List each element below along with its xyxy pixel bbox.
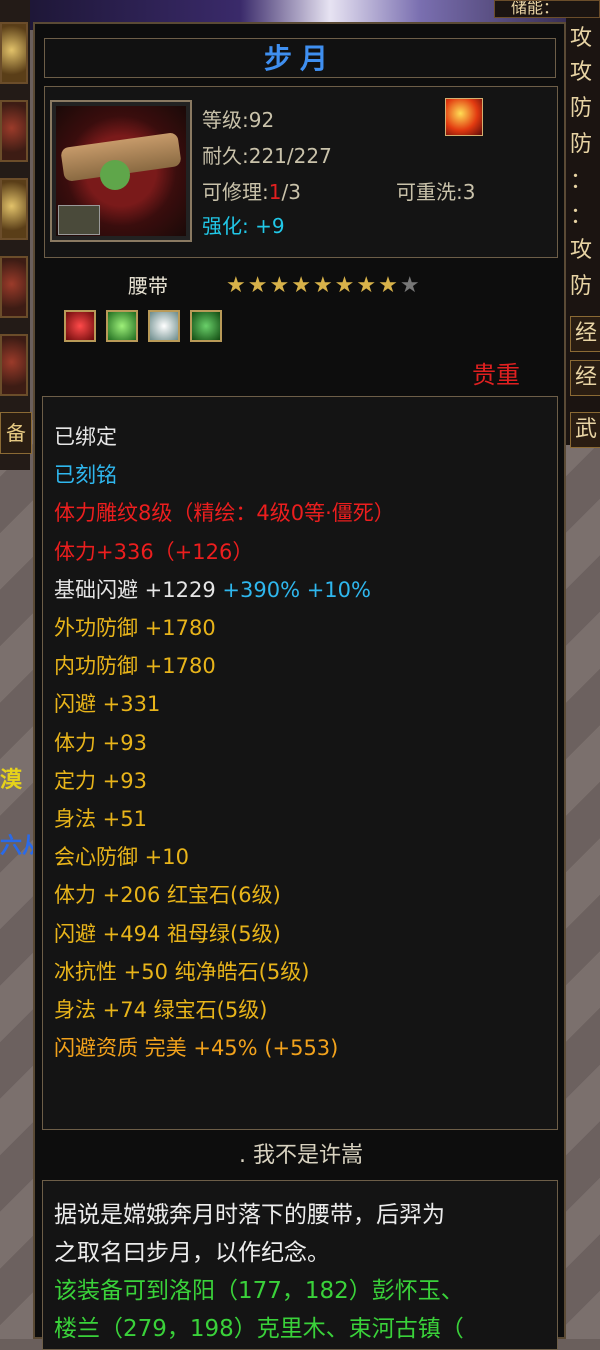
attribute-text: 身法 +51 bbox=[54, 807, 147, 832]
attribute-text: 体力 +206 红宝石(6级) bbox=[54, 883, 281, 908]
bound-badge-icon bbox=[58, 205, 100, 235]
description-line: 之取名曰步月，以作纪念。 bbox=[54, 1240, 330, 1266]
attribute-text: 闪避 +494 祖母绿(5级) bbox=[54, 921, 281, 946]
location-line: 该装备可到洛阳（177，182）彭怀玉、 bbox=[54, 1278, 464, 1304]
right-col-label: 防 bbox=[570, 274, 593, 299]
attribute-text: 身法 +74 绿宝石(5级) bbox=[54, 998, 268, 1023]
attribute-line: 体力雕纹8级（精绘：4级0等·僵死） bbox=[54, 494, 554, 532]
right-col-label: 攻 bbox=[570, 60, 593, 85]
attribute-text: 外功防御 +1780 bbox=[54, 616, 216, 641]
location-line: 楼兰（279，198）克里木、束河古镇（ bbox=[54, 1316, 464, 1342]
attribute-text: 定力 +93 bbox=[54, 768, 147, 793]
star-empty-icon: ★ bbox=[399, 273, 422, 298]
belt-knot-shape bbox=[100, 160, 130, 190]
attribute-line: 体力 +93 bbox=[54, 724, 554, 762]
right-col-label: 攻 bbox=[570, 238, 593, 263]
shield-slot-icon[interactable] bbox=[0, 22, 28, 84]
attribute-text: 基础闪避 +1229 bbox=[54, 577, 216, 602]
amulet2-slot-icon[interactable] bbox=[0, 334, 28, 396]
item-enhance: 强化: +9 bbox=[202, 210, 285, 239]
attribute-line: 会心防御 +10 bbox=[54, 838, 554, 876]
enhance-label: 强化: bbox=[202, 214, 249, 238]
red-gem-icon[interactable] bbox=[64, 310, 96, 342]
white-gem-icon[interactable] bbox=[148, 310, 180, 342]
right-col-label: 防 bbox=[570, 132, 593, 157]
attribute-line: 定力 +93 bbox=[54, 762, 554, 800]
description-text: 据说是嫦娥奔月时落下的腰带，后羿为 之取名曰步月，以作纪念。 该装备可到洛阳（1… bbox=[54, 1196, 550, 1348]
right-col-label: ： bbox=[570, 169, 593, 194]
star-rating: ★★★★★★★★★ bbox=[226, 275, 422, 297]
attribute-line: 冰抗性 +50 纯净皓石(5级) bbox=[54, 953, 554, 991]
attribute-text: 闪避资质 完美 +45% (+553) bbox=[54, 1036, 339, 1061]
ring-slot-icon[interactable] bbox=[0, 178, 28, 240]
attribute-text: 体力+336（+126） bbox=[54, 539, 254, 564]
repair-used: 1 bbox=[268, 180, 282, 204]
attribute-text: 已绑定 bbox=[54, 425, 117, 449]
right-col-label: 防 bbox=[570, 96, 593, 121]
star-filled-icon: ★ bbox=[378, 273, 400, 298]
star-filled-icon: ★ bbox=[334, 273, 357, 298]
attribute-text: 会心防御 +10 bbox=[54, 845, 189, 870]
armor-slot-icon[interactable] bbox=[0, 100, 28, 162]
right-top-label: 储能： bbox=[494, 0, 600, 18]
item-name: 步月 bbox=[44, 38, 556, 78]
enhance-value: +9 bbox=[255, 214, 285, 238]
left-equipment-strip: 备 bbox=[0, 0, 32, 470]
item-level: 等级:92 bbox=[202, 108, 275, 132]
attribute-bonus: +390% +10% bbox=[215, 577, 371, 602]
rarity-label: 贵重 bbox=[472, 361, 520, 389]
equipment-tab[interactable]: 备 bbox=[0, 412, 32, 454]
right-col-tab[interactable]: 武 bbox=[570, 412, 600, 448]
star-filled-icon: ★ bbox=[291, 273, 313, 298]
attribute-line: 闪避 +494 祖母绿(5级) bbox=[54, 915, 554, 953]
item-rewash: 可重洗:3 bbox=[396, 180, 476, 204]
right-col-tab[interactable]: 经 bbox=[570, 316, 600, 352]
attribute-text: 已刻铭 bbox=[54, 463, 117, 488]
attribute-text: 冰抗性 +50 纯净皓石(5级) bbox=[54, 959, 310, 984]
repair-total: /3 bbox=[281, 180, 301, 204]
fire-bird-icon bbox=[445, 98, 483, 136]
attribute-line: 内功防御 +1780 bbox=[54, 647, 554, 685]
attribute-line: 已绑定 bbox=[54, 418, 554, 456]
attribute-line: 身法 +51 bbox=[54, 800, 554, 838]
attribute-line: 闪避资质 完美 +45% (+553) bbox=[54, 1029, 554, 1067]
star-filled-icon: ★ bbox=[226, 273, 248, 298]
amulet-slot-icon[interactable] bbox=[0, 256, 28, 318]
attribute-text: 体力 +93 bbox=[54, 730, 147, 755]
description-line: 据说是嫦娥奔月时落下的腰带，后羿为 bbox=[54, 1202, 445, 1228]
right-col-label: ： bbox=[570, 204, 593, 229]
attribute-line: 身法 +74 绿宝石(5级) bbox=[54, 991, 554, 1029]
item-repair: 可修理:1/3 bbox=[202, 176, 301, 205]
emerald-gem-icon[interactable] bbox=[190, 310, 222, 342]
scene-text-1: 漠 bbox=[0, 768, 23, 793]
attribute-text: 闪避 +331 bbox=[54, 692, 161, 717]
attribute-text: 体力雕纹8级（精绘：4级0等·僵死） bbox=[54, 501, 395, 526]
attribute-list: 已绑定已刻铭体力雕纹8级（精绘：4级0等·僵死） 体力+336（+126） 基础闪避… bbox=[54, 418, 554, 1067]
attribute-text: 内功防御 +1780 bbox=[54, 654, 216, 679]
repair-label: 可修理: bbox=[202, 180, 269, 204]
star-filled-icon: ★ bbox=[356, 273, 379, 298]
engraved-owner: . 我不是许嵩 bbox=[239, 1143, 363, 1168]
right-col-label: 攻 bbox=[570, 26, 593, 51]
star-filled-icon: ★ bbox=[269, 273, 292, 298]
attribute-line: 已刻铭 bbox=[54, 456, 554, 494]
attribute-line: 外功防御 +1780 bbox=[54, 609, 554, 647]
attribute-line: 基础闪避 +1229 +390% +10% bbox=[54, 571, 554, 609]
right-col-tab[interactable]: 经 bbox=[570, 360, 600, 396]
attribute-line: 闪避 +331 bbox=[54, 685, 554, 723]
attribute-line: 体力+336（+126） bbox=[54, 533, 554, 571]
item-type: 腰带 bbox=[128, 274, 168, 298]
item-durability: 耐久:221/227 bbox=[202, 144, 332, 168]
attribute-line: 体力 +206 红宝石(6级) bbox=[54, 876, 554, 914]
star-filled-icon: ★ bbox=[247, 273, 270, 298]
green-gem-icon[interactable] bbox=[106, 310, 138, 342]
star-filled-icon: ★ bbox=[312, 273, 335, 298]
